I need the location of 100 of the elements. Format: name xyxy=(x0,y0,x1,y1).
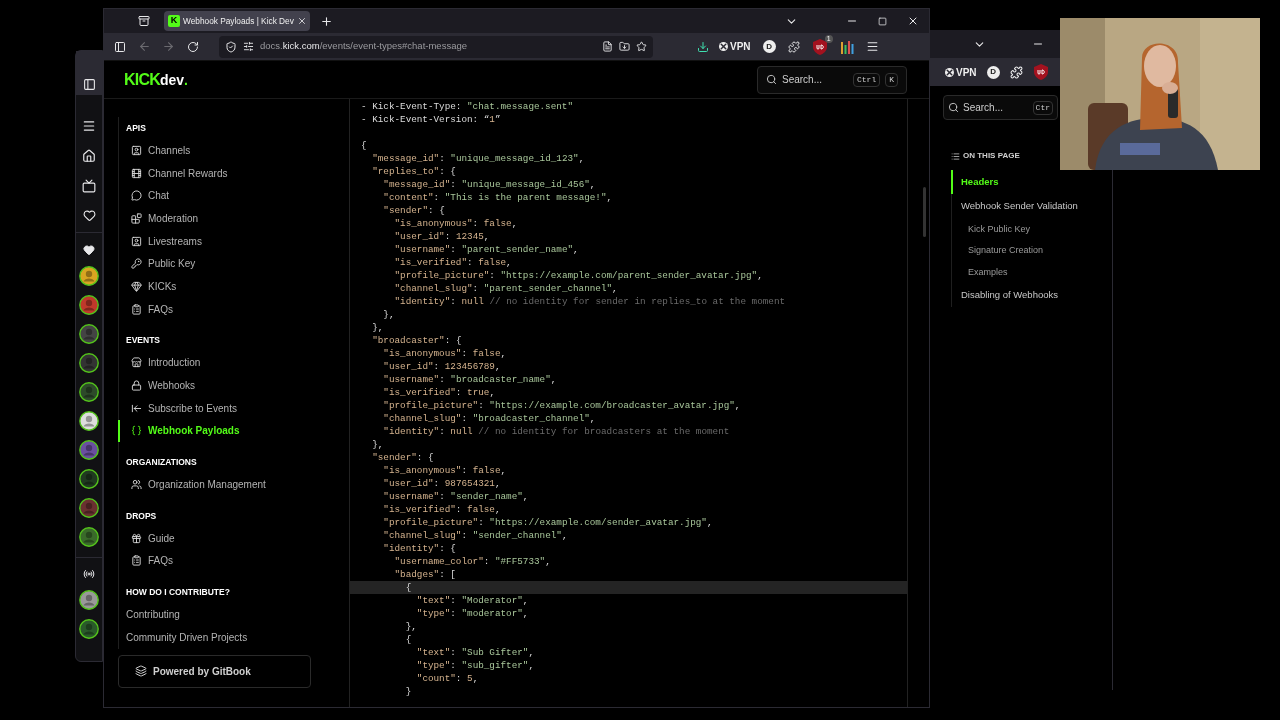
reader-icon[interactable] xyxy=(602,41,613,52)
nav-link[interactable]: Webhook Payloads xyxy=(118,419,349,443)
avatar[interactable] xyxy=(79,353,99,373)
search-icon xyxy=(766,74,777,85)
code-line: "is_anonymous": false, xyxy=(382,464,508,477)
puzzle-icon[interactable] xyxy=(787,40,800,53)
avatar[interactable] xyxy=(79,382,99,402)
avatar[interactable] xyxy=(79,295,99,315)
section-title: DROPS xyxy=(126,509,158,523)
vpn-button[interactable]: VPN xyxy=(719,39,751,54)
code-line: "type": "sub_gifter", xyxy=(415,659,535,672)
shield-icon[interactable] xyxy=(812,38,827,55)
heart-icon[interactable] xyxy=(83,244,95,256)
avatar[interactable] xyxy=(79,266,99,286)
close-icon[interactable] xyxy=(907,15,919,27)
profile-avatar[interactable]: D xyxy=(986,65,1000,79)
avatar[interactable] xyxy=(79,469,99,489)
new-tab-icon[interactable] xyxy=(320,14,333,28)
favicon: K xyxy=(168,15,180,27)
list-icon xyxy=(951,151,960,161)
vpn-button[interactable]: VPN xyxy=(945,64,977,80)
avatar[interactable] xyxy=(79,440,99,460)
code-line: "profile_picture": "https://example.com/parent_sender_avatar.jpg", xyxy=(393,269,764,282)
toc-link[interactable]: Kick Public Key xyxy=(952,218,1112,240)
code-line: { xyxy=(404,633,413,646)
user-card-icon xyxy=(131,235,142,247)
logo[interactable]: KICKdev. xyxy=(124,67,188,92)
avatar[interactable] xyxy=(79,411,99,431)
heart-icon[interactable] xyxy=(82,209,96,222)
section-title: ORGANIZATIONS xyxy=(126,455,198,469)
menu-icon[interactable] xyxy=(865,40,879,53)
avatar[interactable] xyxy=(79,498,99,518)
nav-link[interactable]: Webhooks xyxy=(118,374,349,397)
nav-link[interactable]: Contributing xyxy=(118,603,349,626)
code-line: "profile_picture": "https://example.com/broadcaster_avatar.jpg", xyxy=(382,399,742,412)
store-icon xyxy=(131,357,142,369)
shortcut-key: Ctr xyxy=(1032,100,1053,115)
nav-link[interactable]: KICKs xyxy=(118,275,349,298)
reload-icon[interactable] xyxy=(187,40,199,53)
nav-link[interactable]: FAQs xyxy=(118,297,349,321)
users-icon xyxy=(131,479,142,491)
close-icon[interactable] xyxy=(296,16,307,26)
profile-avatar[interactable]: D xyxy=(762,40,776,53)
broadcast-icon[interactable] xyxy=(83,568,95,580)
search-field[interactable]: Search... Ctr xyxy=(943,95,1058,120)
code-line: "sender": { xyxy=(371,451,435,464)
nav-link[interactable]: Subscribe to Events xyxy=(118,396,349,420)
bookmark-star-icon[interactable] xyxy=(636,41,647,52)
nav-link[interactable]: Community Driven Projects xyxy=(118,626,349,649)
home-icon[interactable] xyxy=(82,149,96,163)
code-line: "channel_slug": "broadcaster_channel", xyxy=(382,412,597,425)
menu-icon[interactable] xyxy=(82,119,96,133)
nav-link[interactable]: Organization Management xyxy=(118,473,349,496)
browser-tab[interactable]: K Webhook Payloads | Kick Dev xyxy=(164,11,310,31)
puzzle-icon[interactable] xyxy=(1009,65,1023,79)
code-line: "type": "moderator", xyxy=(415,607,530,620)
nav-link[interactable]: Channels xyxy=(118,139,349,162)
code-line: }, xyxy=(404,620,418,633)
nav-link[interactable]: Guide xyxy=(118,526,349,550)
nav-link[interactable]: Chat xyxy=(118,184,349,208)
shortcut-key: K xyxy=(885,72,898,87)
code-line: "user_id": 12345, xyxy=(393,230,491,243)
toc-link[interactable]: Signature Creation xyxy=(952,240,1112,262)
avatar[interactable] xyxy=(79,619,99,639)
search-field[interactable]: Search... Ctrl K xyxy=(757,65,907,94)
equalizer-icon[interactable] xyxy=(839,39,854,54)
code-line: }, xyxy=(371,321,385,334)
nav-link[interactable]: Livestreams xyxy=(118,229,349,253)
download-icon[interactable] xyxy=(697,40,709,53)
nav-link[interactable]: Moderation xyxy=(118,207,349,230)
sidebar-icon[interactable] xyxy=(82,78,96,91)
avatar[interactable] xyxy=(79,324,99,344)
nav-link[interactable]: FAQs xyxy=(118,549,349,573)
avatar[interactable] xyxy=(79,527,99,547)
code-line: - Kick-Event-Version: “1” xyxy=(360,113,502,126)
arrow-to-line-icon xyxy=(131,402,142,414)
permissions-icon[interactable] xyxy=(243,41,254,52)
code-line: }, xyxy=(371,438,385,451)
section-title: EVENTS xyxy=(126,334,161,348)
maximize-icon[interactable] xyxy=(878,16,887,26)
shield-icon[interactable] xyxy=(225,40,237,53)
toc-link[interactable]: Disabling of Webhooks xyxy=(951,283,1112,308)
sidebar-icon[interactable] xyxy=(114,40,126,53)
nav-link[interactable]: Introduction xyxy=(118,351,349,375)
address-bar[interactable]: docs.kick.com/events/event-types#chat-message xyxy=(219,35,653,58)
save-icon[interactable] xyxy=(619,41,630,52)
code-line: "is_anonymous": false, xyxy=(382,347,508,360)
shield-icon[interactable] xyxy=(1033,64,1048,80)
code-line: } xyxy=(404,685,413,698)
close-icon xyxy=(719,42,728,51)
avatar[interactable] xyxy=(79,590,99,610)
toc-link[interactable]: Examples xyxy=(952,261,1112,283)
nav-link[interactable]: Public Key xyxy=(118,252,349,276)
tv-icon[interactable] xyxy=(82,179,96,193)
code-line: "message_id": "unique_message_id_123", xyxy=(371,152,586,165)
code-line: "username": "parent_sender_name", xyxy=(393,243,580,256)
code-line: "username": "broadcaster_name", xyxy=(382,373,558,386)
toc-link[interactable]: Webhook Sender Validation xyxy=(951,194,1112,219)
nav-link[interactable]: Channel Rewards xyxy=(118,161,349,185)
powered-by-button[interactable]: Powered by GitBook xyxy=(118,654,311,688)
